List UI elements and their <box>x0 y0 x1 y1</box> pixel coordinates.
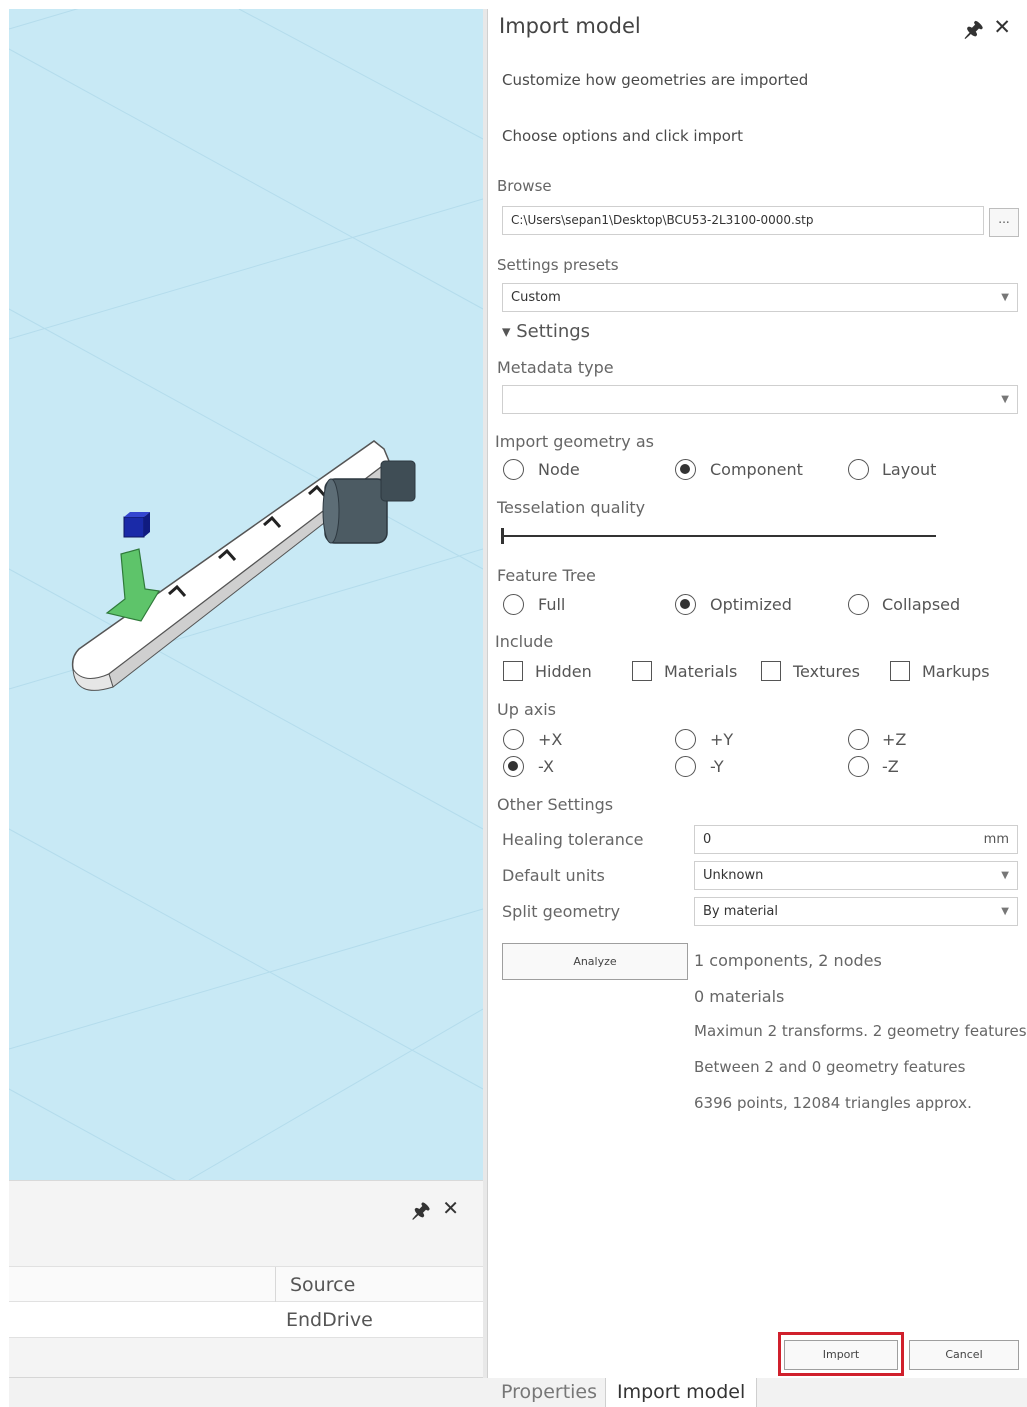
close-icon[interactable]: ✕ <box>993 15 1011 50</box>
pin-icon[interactable]: 🖈 <box>412 1196 431 1230</box>
checkbox-hidden[interactable] <box>503 661 523 681</box>
radio-minus-x-label: -X <box>538 757 554 776</box>
radio-minus-x[interactable] <box>503 756 524 777</box>
panel-instruction: Choose options and click import <box>502 127 743 145</box>
3d-viewport[interactable] <box>9 9 483 1180</box>
units-value: Unknown <box>703 868 764 883</box>
checkbox-markups[interactable] <box>890 661 910 681</box>
radio-node-label: Node <box>538 460 580 479</box>
radio-optimized-label: Optimized <box>710 595 792 614</box>
checkbox-hidden-label: Hidden <box>535 662 592 681</box>
chevron-down-icon: ▼ <box>1001 906 1009 917</box>
close-icon[interactable]: ✕ <box>442 1196 459 1230</box>
grid-header-row: Source <box>9 1266 483 1303</box>
radio-plus-y[interactable] <box>675 729 696 750</box>
pin-icon[interactable]: 🖈 <box>964 15 983 50</box>
metadata-label: Metadata type <box>497 358 614 377</box>
stat-materials: 0 materials <box>694 987 785 1006</box>
radio-layout[interactable] <box>848 459 869 480</box>
radio-node[interactable] <box>503 459 524 480</box>
browse-label: Browse <box>497 177 552 195</box>
chevron-down-icon: ▼ <box>1001 394 1009 405</box>
split-select[interactable]: By material ▼ <box>694 897 1018 926</box>
presets-select[interactable]: Custom ▼ <box>502 283 1018 312</box>
radio-collapsed[interactable] <box>848 594 869 615</box>
stat-components: 1 components, 2 nodes <box>694 951 882 970</box>
chevron-down-icon: ▼ <box>1001 292 1009 303</box>
radio-minus-y[interactable] <box>675 756 696 777</box>
panel-title: Import model <box>499 14 641 38</box>
include-label: Include <box>495 632 554 651</box>
checkbox-textures-label: Textures <box>793 662 860 681</box>
presets-label: Settings presets <box>497 256 619 274</box>
units-label: Default units <box>502 866 605 885</box>
checkbox-materials-label: Materials <box>664 662 738 681</box>
radio-plus-x-label: +X <box>538 730 563 749</box>
browse-path-input[interactable]: C:\Users\sepan1\Desktop\BCU53-2L3100-000… <box>502 206 984 235</box>
chevron-down-icon: ▼ <box>1001 870 1009 881</box>
stat-geometry-features: Between 2 and 0 geometry features <box>694 1058 966 1076</box>
presets-value: Custom <box>511 290 561 305</box>
radio-optimized[interactable] <box>675 594 696 615</box>
scene-graphic <box>9 9 483 1180</box>
split-label: Split geometry <box>502 902 621 921</box>
radio-plus-x[interactable] <box>503 729 524 750</box>
table-row[interactable]: EndDrive <box>9 1302 483 1338</box>
healing-label: Healing tolerance <box>502 830 644 849</box>
tesselation-slider-thumb[interactable] <box>501 528 504 544</box>
conveyor-model <box>71 440 416 691</box>
radio-component-label: Component <box>710 460 803 479</box>
settings-header-label: Settings <box>516 321 591 342</box>
radio-plus-z[interactable] <box>848 729 869 750</box>
analyze-button[interactable]: Analyze <box>502 943 688 980</box>
tab-import-model[interactable]: Import model <box>605 1378 758 1407</box>
panel-description: Customize how geometries are imported <box>502 71 809 89</box>
metadata-select[interactable]: ▼ <box>502 385 1018 414</box>
radio-component[interactable] <box>675 459 696 480</box>
radio-minus-z[interactable] <box>848 756 869 777</box>
browse-button[interactable]: ... <box>989 208 1019 237</box>
checkbox-markups-label: Markups <box>922 662 990 681</box>
split-value: By material <box>703 904 779 919</box>
import-as-label: Import geometry as <box>495 432 654 451</box>
collapse-triangle-icon: ▼ <box>502 325 511 339</box>
stat-transforms: Maximun 2 transforms. 2 geometry feature… <box>694 1022 1027 1040</box>
other-settings-label: Other Settings <box>497 795 614 814</box>
tab-properties[interactable]: Properties <box>490 1378 608 1407</box>
radio-full-label: Full <box>538 595 566 614</box>
healing-input[interactable]: 0 mm <box>694 825 1018 854</box>
settings-section-header[interactable]: ▼ Settings <box>502 321 590 342</box>
radio-minus-z-label: -Z <box>882 757 899 776</box>
radio-layout-label: Layout <box>882 460 937 479</box>
checkbox-textures[interactable] <box>761 661 781 681</box>
cell-source-value: EndDrive <box>286 1309 373 1331</box>
bottom-dock-panel: 🖈 ✕ Source EndDrive <box>9 1180 483 1377</box>
tesselation-slider-track[interactable] <box>502 535 936 537</box>
healing-unit: mm <box>983 832 1009 847</box>
radio-plus-y-label: +Y <box>710 730 734 749</box>
units-select[interactable]: Unknown ▼ <box>694 861 1018 890</box>
feature-tree-label: Feature Tree <box>497 566 596 585</box>
stat-points-triangles: 6396 points, 12084 triangles approx. <box>694 1094 972 1112</box>
cancel-button[interactable]: Cancel <box>909 1340 1019 1370</box>
column-header-source[interactable]: Source <box>275 1267 483 1303</box>
radio-full[interactable] <box>503 594 524 615</box>
up-axis-label: Up axis <box>497 700 557 719</box>
healing-value: 0 <box>703 832 712 847</box>
radio-minus-y-label: -Y <box>710 757 724 776</box>
bottom-panel-header: 🖈 ✕ <box>9 1181 483 1233</box>
checkbox-materials[interactable] <box>632 661 652 681</box>
radio-collapsed-label: Collapsed <box>882 595 961 614</box>
import-button-highlight <box>778 1332 904 1376</box>
radio-plus-z-label: +Z <box>882 730 907 749</box>
tesselation-label: Tesselation quality <box>497 498 646 517</box>
